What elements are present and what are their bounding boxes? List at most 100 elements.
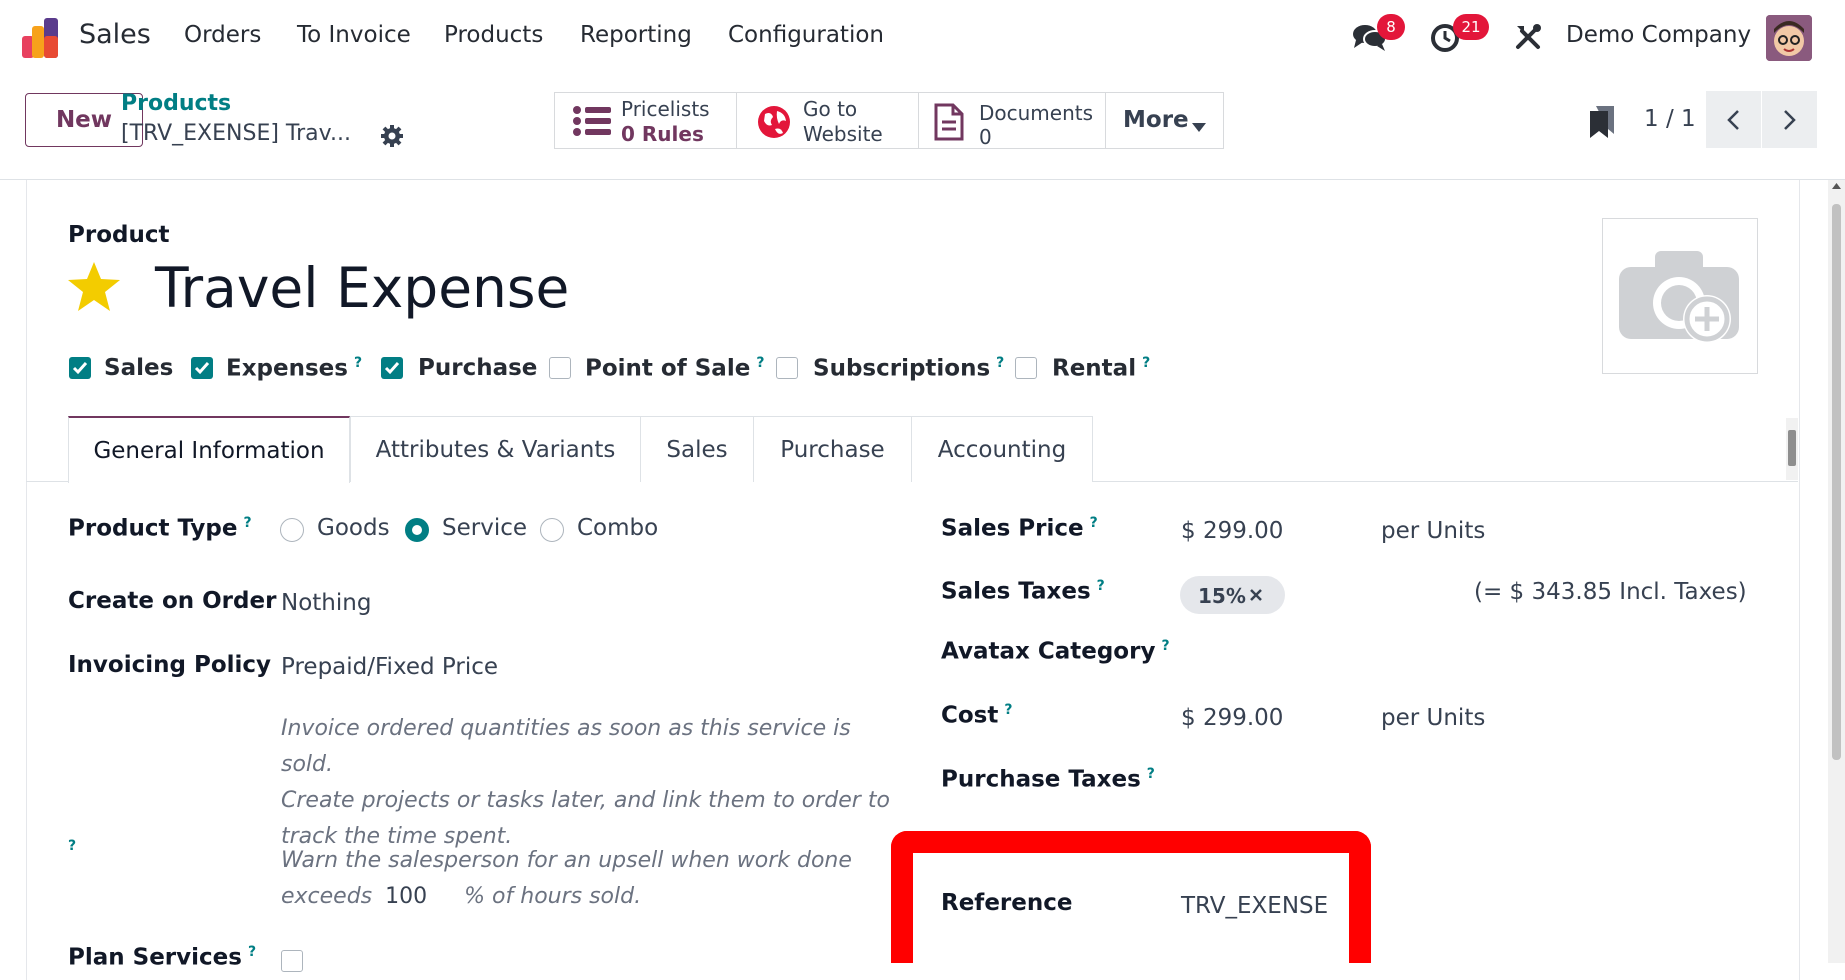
- create-on-order-label: Create on Order: [68, 588, 277, 614]
- breadcrumb-current: [TRV_EXENSE] Trav...: [121, 121, 351, 146]
- more-dropdown-button[interactable]: More: [1105, 92, 1224, 149]
- subscriptions-checkbox[interactable]: [776, 357, 798, 379]
- activities-badge: 21: [1453, 14, 1489, 40]
- website-line1: Go to: [803, 97, 858, 121]
- upsell-help-icon[interactable]: ?: [68, 838, 76, 854]
- pager-value[interactable]: 1 / 1: [1644, 106, 1696, 132]
- tabs-scrollbar-thumb[interactable]: [1788, 430, 1796, 466]
- website-line2: Website: [803, 122, 883, 146]
- menu-orders[interactable]: Orders: [184, 22, 261, 48]
- documents-label: Documents: [979, 101, 1094, 125]
- scroll-up-icon[interactable]: [1832, 183, 1841, 189]
- sales-checkbox[interactable]: [69, 357, 91, 379]
- app-logo-icon[interactable]: [22, 18, 64, 58]
- user-avatar[interactable]: [1766, 15, 1812, 61]
- purchase-checkbox-label: Purchase: [418, 355, 538, 381]
- document-icon: [933, 103, 965, 145]
- upsell-threshold-input[interactable]: 100: [385, 884, 427, 909]
- breadcrumb-products[interactable]: Products: [121, 91, 231, 116]
- sales-checkbox-label: Sales: [104, 355, 174, 381]
- tab-sales[interactable]: Sales: [640, 416, 754, 482]
- menu-to-invoice[interactable]: To Invoice: [297, 22, 411, 48]
- upsell-text-line-2: exceeds 100 % of hours sold.: [281, 879, 901, 915]
- tab-accounting[interactable]: Accounting: [911, 416, 1093, 482]
- help-icon[interactable]: ?: [354, 355, 362, 371]
- help-icon[interactable]: ?: [996, 355, 1004, 371]
- sales-taxes-label: Sales Taxes?: [941, 578, 1105, 605]
- favorite-star-icon[interactable]: [66, 260, 122, 318]
- cost-input[interactable]: $ 299.00: [1181, 705, 1283, 731]
- menu-reporting[interactable]: Reporting: [580, 22, 692, 48]
- reference-input[interactable]: TRV_EXENSE: [1181, 893, 1328, 919]
- combo-radio-label: Combo: [577, 515, 659, 541]
- check-icon: [72, 362, 88, 375]
- pager-previous-button[interactable]: [1706, 91, 1761, 148]
- documents-button[interactable]: Documents 0: [918, 92, 1106, 149]
- expenses-checkbox[interactable]: [191, 357, 213, 379]
- purchase-taxes-label: Purchase Taxes?: [941, 766, 1155, 793]
- gear-icon[interactable]: [380, 124, 404, 148]
- messages-badge: 8: [1377, 14, 1405, 40]
- goods-radio-label: Goods: [317, 515, 390, 541]
- bookmark-icon[interactable]: [1590, 106, 1614, 142]
- page-scrollbar-thumb[interactable]: [1832, 204, 1841, 760]
- more-label: More: [1123, 107, 1189, 133]
- page-scrollbar[interactable]: [1828, 180, 1845, 963]
- tab-attributes-variants[interactable]: Attributes & Variants: [350, 416, 641, 482]
- create-on-order-select[interactable]: Nothing: [281, 590, 371, 616]
- chevron-left-icon: [1727, 110, 1739, 130]
- sales-price-unit: per Units: [1381, 518, 1486, 544]
- service-radio[interactable]: [405, 518, 429, 542]
- plan-services-label: Plan Services?: [68, 944, 257, 971]
- image-upload[interactable]: [1602, 218, 1758, 374]
- product-name-input[interactable]: Travel Expense: [155, 256, 569, 320]
- help-icon[interactable]: ?: [1097, 578, 1105, 594]
- pricelists-value: 0 Rules: [621, 122, 704, 146]
- help-icon[interactable]: ?: [756, 355, 764, 371]
- sales-price-input[interactable]: $ 299.00: [1181, 518, 1283, 544]
- point-of-sale-checkbox[interactable]: [549, 357, 571, 379]
- tab-purchase[interactable]: Purchase: [753, 416, 912, 482]
- expenses-checkbox-label: Expenses?: [226, 355, 363, 382]
- company-switcher[interactable]: Demo Company: [1566, 22, 1751, 48]
- control-panel: New Products [TRV_EXENSE] Trav... Pricel…: [0, 76, 1845, 180]
- help-icon[interactable]: ?: [248, 944, 256, 960]
- upsell-warning-text: Warn the salesperson for an upsell when …: [281, 843, 901, 915]
- list-icon: [573, 105, 611, 141]
- avatax-category-label: Avatax Category?: [941, 638, 1170, 665]
- menu-products[interactable]: Products: [444, 22, 543, 48]
- goods-radio[interactable]: [280, 518, 304, 542]
- top-navbar: Sales Orders To Invoice Products Reporti…: [0, 0, 1845, 76]
- menu-configuration[interactable]: Configuration: [728, 22, 884, 48]
- help-icon[interactable]: ?: [244, 515, 252, 531]
- close-icon[interactable]: [1249, 588, 1263, 602]
- purchase-checkbox[interactable]: [381, 357, 403, 379]
- pager-next-button[interactable]: [1762, 91, 1817, 148]
- help-icon[interactable]: ?: [1142, 355, 1150, 371]
- app-name[interactable]: Sales: [79, 19, 151, 50]
- plan-services-checkbox[interactable]: [281, 950, 303, 972]
- debug-tools-icon[interactable]: [1513, 22, 1543, 52]
- help-icon[interactable]: ?: [1161, 638, 1169, 654]
- rental-checkbox-label: Rental?: [1052, 355, 1151, 382]
- tabs-scrollbar[interactable]: [1786, 418, 1798, 480]
- check-icon: [194, 362, 210, 375]
- globe-icon: [757, 105, 791, 143]
- invoicing-policy-select[interactable]: Prepaid/Fixed Price: [281, 654, 498, 680]
- sales-tax-tag[interactable]: 15%: [1180, 576, 1285, 614]
- service-radio-label: Service: [442, 515, 528, 541]
- invoicing-policy-help: Invoice ordered quantities as soon as th…: [281, 711, 901, 855]
- upsell-text-line: Warn the salesperson for an upsell when …: [281, 848, 852, 873]
- sales-price-label: Sales Price?: [941, 515, 1098, 542]
- pricelists-label: Pricelists: [621, 97, 710, 121]
- combo-radio[interactable]: [540, 518, 564, 542]
- rental-checkbox[interactable]: [1015, 357, 1037, 379]
- chevron-right-icon: [1784, 110, 1796, 130]
- point-of-sale-checkbox-label: Point of Sale?: [585, 355, 765, 382]
- go-to-website-button[interactable]: Go to Website: [736, 92, 919, 149]
- help-icon[interactable]: ?: [1004, 702, 1012, 718]
- pricelists-button[interactable]: Pricelists 0 Rules: [554, 92, 737, 149]
- tab-general-information[interactable]: General Information: [68, 416, 350, 483]
- help-icon[interactable]: ?: [1090, 515, 1098, 531]
- help-icon[interactable]: ?: [1147, 766, 1155, 782]
